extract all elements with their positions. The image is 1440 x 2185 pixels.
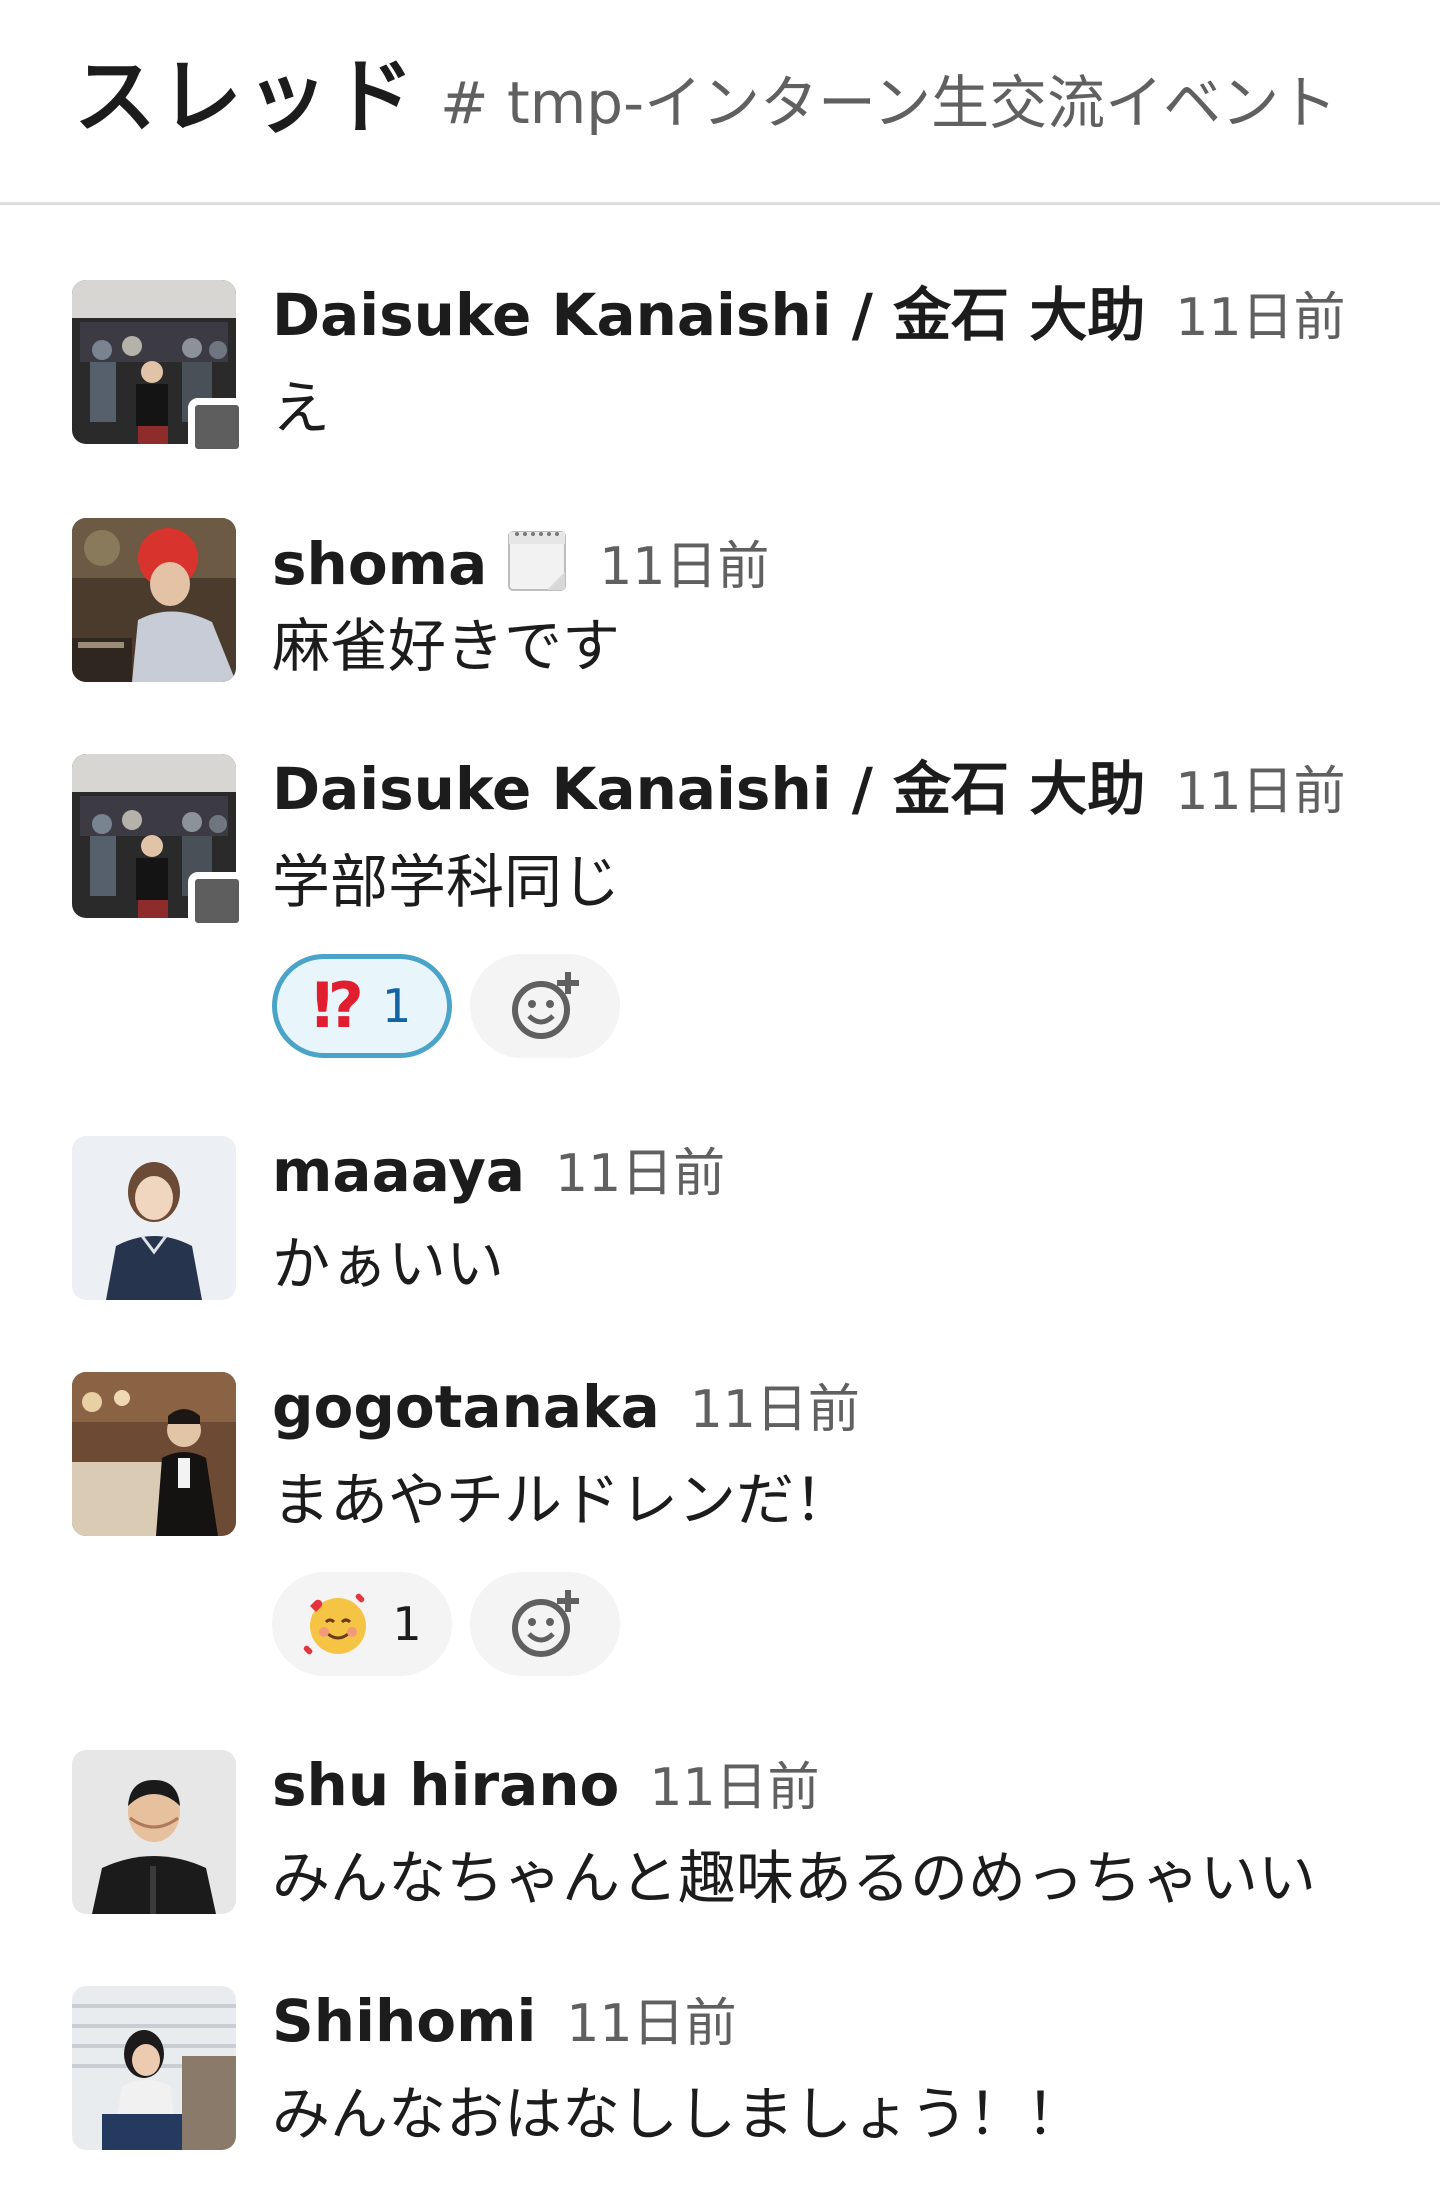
sender-name[interactable]: maaaya xyxy=(272,1136,525,1206)
message-text: みんなおはなししましょう！！ xyxy=(272,2080,1085,2148)
sender-name[interactable]: shu hirano xyxy=(272,1750,619,1820)
timestamp[interactable]: 11日前 xyxy=(555,1139,725,1209)
add-emoji-icon xyxy=(512,972,579,1039)
timestamp[interactable]: 11日前 xyxy=(690,1375,860,1445)
presence-indicator xyxy=(188,872,246,930)
message-item: shu hirano 11日前 みんなちゃんと趣味あるのめっちゃいい xyxy=(0,1750,1440,1920)
message-item: Shihomi 11日前 みんなおはなししましょう！！ xyxy=(0,1986,1440,2156)
sender-name[interactable]: Daisuke Kanaishi / 金石 大助 xyxy=(272,280,1145,350)
sender-name[interactable]: Shihomi xyxy=(272,1986,536,2056)
channel-link[interactable]: # tmp-インターン生交流イベント xyxy=(440,68,1337,138)
add-reaction-button[interactable] xyxy=(470,954,620,1058)
smiling-face-with-hearts-icon xyxy=(304,1593,367,1655)
presence-indicator xyxy=(188,398,246,456)
message-text: まあやチルドレンだ！ xyxy=(272,1466,853,1534)
reaction-pill[interactable]: ⁉ 1 xyxy=(272,954,452,1058)
reaction-count: 1 xyxy=(392,1597,422,1651)
page-title: スレッド xyxy=(74,50,419,145)
message-text: かぁいい xyxy=(272,1230,505,1298)
message-text: 学部学科同じ xyxy=(272,848,621,916)
thread-header: スレッド # tmp-インターン生交流イベント xyxy=(0,0,1440,205)
message-item: gogotanaka 11日前 まあやチルドレンだ！ 1 xyxy=(0,1372,1440,1692)
timestamp[interactable]: 11日前 xyxy=(566,1989,736,2059)
add-emoji-icon xyxy=(512,1590,579,1657)
message-item: shoma 11日前 麻雀好きです xyxy=(0,518,1440,688)
message-item: maaaya 11日前 かぁいい xyxy=(0,1136,1440,1306)
message-item: Daisuke Kanaishi / 金石 大助 11日前 え xyxy=(0,280,1440,456)
avatar[interactable] xyxy=(72,1986,236,2150)
message-item: Daisuke Kanaishi / 金石 大助 11日前 学部学科同じ ⁉ 1 xyxy=(0,754,1440,1074)
reaction-count: 1 xyxy=(382,979,412,1033)
reaction-bar: ⁉ 1 xyxy=(272,954,620,1058)
add-reaction-button[interactable] xyxy=(470,1572,620,1676)
timestamp[interactable]: 11日前 xyxy=(1175,757,1345,827)
avatar[interactable] xyxy=(72,1750,236,1914)
timestamp[interactable]: 11日前 xyxy=(649,1753,819,1823)
interrobang-icon: ⁉ xyxy=(312,969,365,1042)
sender-name[interactable]: gogotanaka xyxy=(272,1372,660,1442)
message-text: みんなちゃんと趣味あるのめっちゃいい xyxy=(272,1844,1317,1912)
avatar[interactable] xyxy=(72,518,236,682)
reaction-bar: 1 xyxy=(272,1572,620,1676)
reaction-pill[interactable]: 1 xyxy=(272,1572,452,1676)
sender-name[interactable]: shoma xyxy=(272,529,487,599)
avatar[interactable] xyxy=(72,1136,236,1300)
timestamp[interactable]: 11日前 xyxy=(1175,283,1345,353)
sender-name[interactable]: Daisuke Kanaishi / 金石 大助 xyxy=(272,754,1145,824)
message-text: 麻雀好きです xyxy=(272,612,621,680)
message-text: え xyxy=(272,374,331,442)
timestamp[interactable]: 11日前 xyxy=(599,532,769,602)
avatar[interactable] xyxy=(72,1372,236,1536)
